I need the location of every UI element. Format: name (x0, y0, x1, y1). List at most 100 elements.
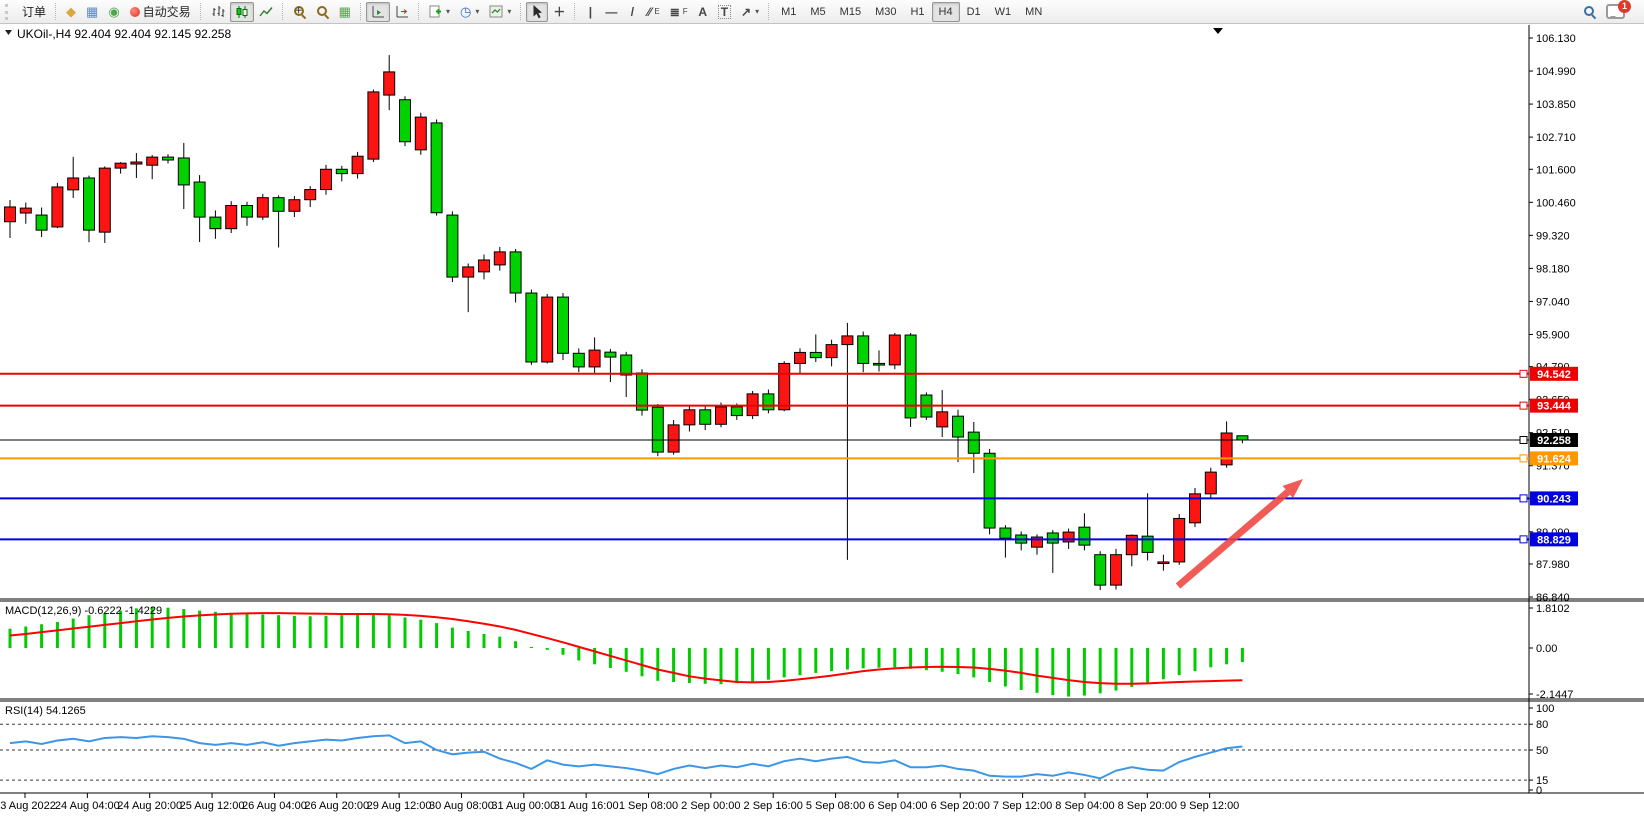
timeframe-label: MN (1025, 6, 1042, 18)
periods-button[interactable]: ◷ ▾ (455, 2, 484, 22)
timeframe-w1[interactable]: W1 (988, 2, 1019, 22)
timeframe-label: M5 (810, 6, 825, 18)
timeframe-mn[interactable]: MN (1018, 2, 1049, 22)
notification-badge: 1 (1618, 0, 1631, 13)
trendline-button[interactable]: / (622, 2, 642, 22)
time-label: 26 Aug 04:00 (242, 800, 307, 812)
svg-text:93.444: 93.444 (1537, 401, 1572, 413)
chart-canvas[interactable]: 106.130104.990103.850102.710101.600100.4… (0, 0, 1644, 818)
timeframe-h1[interactable]: H1 (903, 2, 931, 22)
svg-text:87.980: 87.980 (1536, 559, 1570, 571)
time-label: 23 Aug 2022 (0, 800, 56, 812)
time-label: 31 Aug 00:00 (491, 800, 556, 812)
macd-axis[interactable]: 1.81020.00-2.1447 (1529, 603, 1573, 701)
text-tool-button[interactable]: A (693, 2, 713, 22)
line-chart-button[interactable] (254, 2, 278, 22)
vertical-line-icon: | (589, 6, 592, 18)
new-order-button[interactable]: 订单 (17, 2, 51, 22)
svg-text:90.243: 90.243 (1537, 493, 1571, 505)
time-axis[interactable]: 23 Aug 202224 Aug 04:0024 Aug 20:0025 Au… (0, 793, 1239, 812)
equidistant-channel-button[interactable]: ⁄⁄E (642, 2, 664, 22)
hline-handle[interactable] (1520, 436, 1527, 443)
zoom-out-button[interactable] (311, 2, 334, 22)
time-label: 1 Sep 08:00 (619, 800, 678, 812)
hline-handle[interactable] (1520, 402, 1527, 409)
arrows-tool-icon: ↗ (741, 6, 751, 18)
candlestick-chart-button[interactable] (230, 2, 254, 22)
timeframe-label: M30 (875, 6, 896, 18)
timeframe-m5[interactable]: M5 (803, 2, 832, 22)
toolbar-grip[interactable] (5, 4, 13, 20)
chart-title: UKOil-,H4 92.404 92.404 92.145 92.258 (5, 27, 231, 41)
navigator-button[interactable]: ◉ (103, 2, 124, 22)
toolbar-separator (418, 3, 420, 20)
bar-chart-button[interactable] (206, 2, 230, 22)
vertical-line-button[interactable]: | (580, 2, 600, 22)
navigator-icon: ◉ (108, 5, 119, 18)
svg-text:50: 50 (1536, 745, 1548, 757)
crosshair-button[interactable]: ＋ (548, 2, 570, 22)
zoom-in-plus: ＋ (295, 5, 303, 16)
text-label-button[interactable]: T (713, 2, 736, 22)
timeframe-label: M1 (781, 6, 796, 18)
hline-handle[interactable] (1520, 495, 1527, 502)
indicators-button[interactable]: ▾ (424, 2, 455, 22)
timeframe-m30[interactable]: M30 (868, 2, 903, 22)
periods-clock-icon: ◷ (460, 5, 471, 18)
arrows-tool-button[interactable]: ↗ ▾ (736, 2, 764, 22)
price-tag-92.258: 92.258 (1530, 433, 1578, 447)
crosshair-icon: ＋ (553, 6, 565, 18)
hline-handle[interactable] (1520, 370, 1527, 377)
zoom-in-icon: ＋ (293, 5, 306, 18)
market-depth-button[interactable]: ◆ (61, 2, 81, 22)
svg-text:0: 0 (1536, 785, 1542, 797)
notifications-button[interactable]: 1 (1601, 2, 1630, 22)
chart-shift-marker[interactable] (1213, 28, 1223, 34)
chart-shift-icon (395, 5, 409, 18)
cursor-button[interactable] (526, 2, 548, 22)
auto-trading-button[interactable]: 自动交易 (125, 2, 196, 22)
auto-scroll-button[interactable] (366, 2, 390, 22)
tile-windows-button[interactable]: ▦ (334, 2, 356, 22)
rsi-axis[interactable]: 1008050150 (1529, 703, 1554, 797)
candlesticks (5, 55, 1248, 590)
svg-text:104.990: 104.990 (1536, 66, 1576, 78)
hline-handle[interactable] (1520, 536, 1527, 543)
fibonacci-icon: ≣ (670, 6, 680, 18)
svg-text:103.850: 103.850 (1536, 99, 1576, 111)
hline-handle[interactable] (1520, 455, 1527, 462)
cursor-icon (531, 4, 543, 19)
toolbar-separator (360, 3, 362, 20)
chart-shift-button[interactable] (390, 2, 414, 22)
market-depth-icon: ◆ (66, 5, 76, 18)
auto-trading-label: 自动交易 (143, 3, 191, 20)
time-label: 5 Sep 08:00 (806, 800, 865, 812)
text-tool-icon: A (698, 6, 707, 18)
svg-text:101.600: 101.600 (1536, 164, 1576, 176)
channel-sub-label: E (654, 7, 659, 16)
indicators-caret-icon: ▾ (446, 7, 450, 16)
templates-icon (489, 5, 503, 18)
toolbar-separator (200, 3, 202, 20)
svg-text:80: 80 (1536, 719, 1548, 731)
time-label: 9 Sep 12:00 (1180, 800, 1239, 812)
timeframe-m15[interactable]: M15 (833, 2, 868, 22)
timeframe-label: W1 (995, 6, 1012, 18)
horizontal-line-button[interactable]: — (600, 2, 622, 22)
search-button[interactable] (1578, 2, 1601, 22)
svg-text:1.8102: 1.8102 (1536, 603, 1570, 615)
price-axis[interactable]: 106.130104.990103.850102.710101.600100.4… (1529, 33, 1576, 604)
market-watch-button[interactable]: ▦ (81, 2, 103, 22)
zoom-in-button[interactable]: ＋ (288, 2, 311, 22)
timeframe-label: H1 (910, 6, 924, 18)
symbol-dropdown-icon[interactable] (5, 30, 12, 35)
price-tag-93.444: 93.444 (1530, 399, 1578, 413)
candlestick-chart-icon (235, 5, 249, 19)
svg-text:99.320: 99.320 (1536, 230, 1570, 242)
timeframe-d1[interactable]: D1 (960, 2, 988, 22)
toolbar-separator (520, 3, 522, 20)
timeframe-m1[interactable]: M1 (774, 2, 803, 22)
fibonacci-button[interactable]: ≣F (665, 2, 693, 22)
timeframe-h4[interactable]: H4 (932, 2, 960, 22)
templates-button[interactable]: ▾ (484, 2, 516, 22)
